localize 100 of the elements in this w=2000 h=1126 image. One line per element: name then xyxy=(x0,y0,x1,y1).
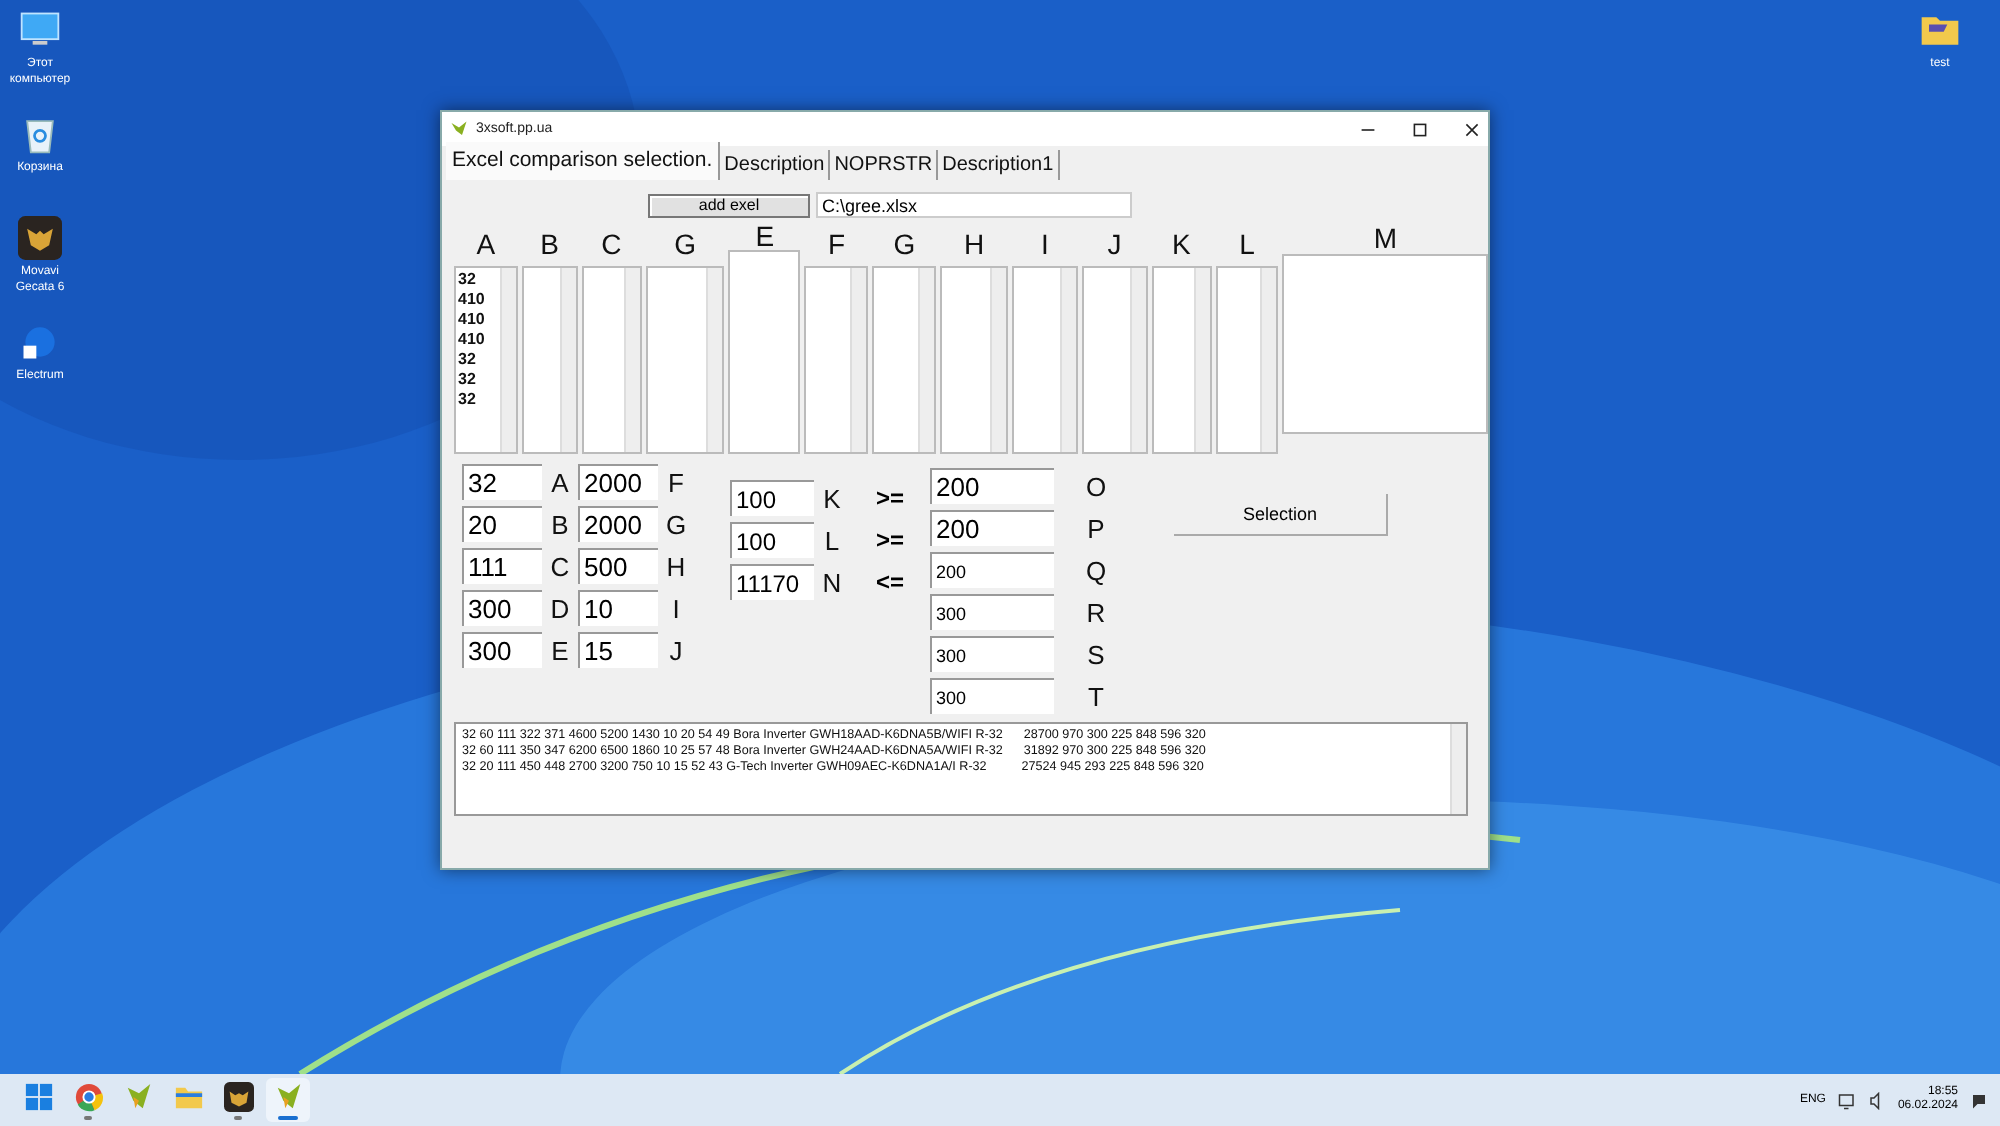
list-box[interactable] xyxy=(872,266,937,454)
column-letter: J xyxy=(1107,226,1122,264)
value-field[interactable]: 300 xyxy=(930,636,1054,672)
value-field[interactable]: 32 xyxy=(462,464,542,500)
scrollbar[interactable] xyxy=(1129,268,1146,452)
comparison-operator: >= xyxy=(873,484,906,512)
column-letter: I xyxy=(1040,226,1049,264)
list-item[interactable]: 410 xyxy=(458,290,498,310)
value-field[interactable]: 300 xyxy=(930,594,1054,630)
app-icon[interactable] xyxy=(273,1082,303,1112)
column-letter: G xyxy=(893,226,916,264)
running-indicator xyxy=(234,1116,242,1120)
owl-icon[interactable] xyxy=(223,1082,253,1112)
value-field[interactable]: 10 xyxy=(578,590,658,626)
selection-button[interactable]: Selection xyxy=(1174,494,1388,536)
field-letter: T xyxy=(1086,681,1106,711)
field-letter: O xyxy=(1083,471,1109,501)
column-letter: H xyxy=(963,226,985,264)
column-letter: E xyxy=(755,222,775,250)
list-box[interactable] xyxy=(1011,266,1078,454)
value-field[interactable]: 100 xyxy=(730,480,814,516)
list-box[interactable] xyxy=(1282,254,1488,434)
field-letter: S xyxy=(1085,639,1107,669)
comparison-operator: >= xyxy=(873,526,906,554)
list-box[interactable] xyxy=(1151,266,1212,454)
tab[interactable]: NOPRSTR xyxy=(830,150,939,180)
field-letter: C xyxy=(548,551,572,581)
scrollbar[interactable] xyxy=(559,268,576,452)
value-field[interactable]: 15 xyxy=(578,632,658,668)
list-box[interactable] xyxy=(645,266,725,454)
list-item[interactable]: 32 xyxy=(458,370,498,390)
list-box[interactable] xyxy=(804,266,869,454)
list-box[interactable]: 32 410 410 410 32 32 32 xyxy=(454,266,518,454)
scrollbar[interactable] xyxy=(989,268,1006,452)
tab[interactable]: Description1 xyxy=(938,150,1060,180)
field-letter: L xyxy=(822,525,842,555)
close-icon[interactable] xyxy=(1464,121,1480,137)
results-box[interactable] xyxy=(454,722,1468,816)
value-field[interactable]: 200 xyxy=(930,552,1054,588)
value-field[interactable]: 2000 xyxy=(578,506,658,542)
value-field[interactable]: 20 xyxy=(462,506,542,542)
column-letter: K xyxy=(1171,226,1191,264)
list-box[interactable] xyxy=(940,266,1008,454)
field-letter: H xyxy=(664,551,688,581)
field-letter: G xyxy=(663,509,689,539)
value-field[interactable]: 100 xyxy=(730,522,814,558)
add-excel-button[interactable]: add exel xyxy=(648,193,810,217)
field-letter: P xyxy=(1085,513,1107,543)
list-box[interactable] xyxy=(1081,266,1148,454)
scrollbar[interactable] xyxy=(918,268,935,452)
list-item[interactable]: 32 xyxy=(458,390,498,410)
windows-start-icon[interactable] xyxy=(23,1082,53,1112)
folder-icon[interactable] xyxy=(173,1082,203,1112)
column-letter: F xyxy=(828,226,846,264)
list-box[interactable] xyxy=(1215,266,1279,454)
value-field[interactable]: 11170 xyxy=(730,564,814,600)
field-letter: R xyxy=(1084,597,1108,627)
field-letter: A xyxy=(549,467,571,497)
network-icon[interactable] xyxy=(1837,1091,1856,1109)
field-letter: D xyxy=(548,593,572,623)
value-field[interactable]: 200 xyxy=(930,510,1054,546)
notification-icon[interactable] xyxy=(1970,1091,1988,1109)
file-path-field[interactable]: C:\gree.xlsx xyxy=(816,192,1132,218)
app-icon[interactable] xyxy=(123,1082,153,1112)
field-letter: N xyxy=(820,567,844,597)
scrollbar[interactable] xyxy=(1260,268,1277,452)
column-letter: L xyxy=(1239,226,1255,264)
list-box[interactable] xyxy=(581,266,642,454)
value-field[interactable]: 111 xyxy=(462,548,542,584)
scrollbar[interactable] xyxy=(850,268,867,452)
list-box[interactable] xyxy=(521,266,578,454)
scrollbar[interactable] xyxy=(499,268,516,452)
scrollbar[interactable] xyxy=(623,268,640,452)
list-box[interactable] xyxy=(728,250,801,454)
scrollbar[interactable] xyxy=(1193,268,1210,452)
running-indicator xyxy=(84,1116,92,1120)
tab[interactable]: Excel comparison selection. xyxy=(446,142,721,180)
maximize-icon[interactable] xyxy=(1412,121,1428,137)
field-letter: E xyxy=(549,635,571,665)
list-item[interactable]: 410 xyxy=(458,310,498,330)
tab[interactable]: Description xyxy=(720,150,831,180)
list-item[interactable]: 32 xyxy=(458,350,498,370)
scrollbar[interactable] xyxy=(706,268,723,452)
scrollbar[interactable] xyxy=(1059,268,1076,452)
column-letter: M xyxy=(1373,222,1398,254)
list-item[interactable]: 32 xyxy=(458,270,498,290)
value-field[interactable]: 2000 xyxy=(578,464,658,500)
value-field[interactable]: 300 xyxy=(930,678,1054,714)
list-item[interactable]: 410 xyxy=(458,330,498,350)
value-field[interactable]: 300 xyxy=(462,590,542,626)
value-field[interactable]: 500 xyxy=(578,548,658,584)
field-letter: I xyxy=(670,593,682,623)
comparison-operator: <= xyxy=(873,568,906,596)
value-field[interactable]: 200 xyxy=(930,468,1054,504)
value-field[interactable]: 300 xyxy=(462,632,542,668)
browser-icon[interactable] xyxy=(73,1082,103,1112)
field-letter: J xyxy=(667,635,685,665)
owl-icon[interactable] xyxy=(18,216,62,260)
scrollbar[interactable] xyxy=(1450,724,1466,814)
field-letter: F xyxy=(666,467,686,497)
